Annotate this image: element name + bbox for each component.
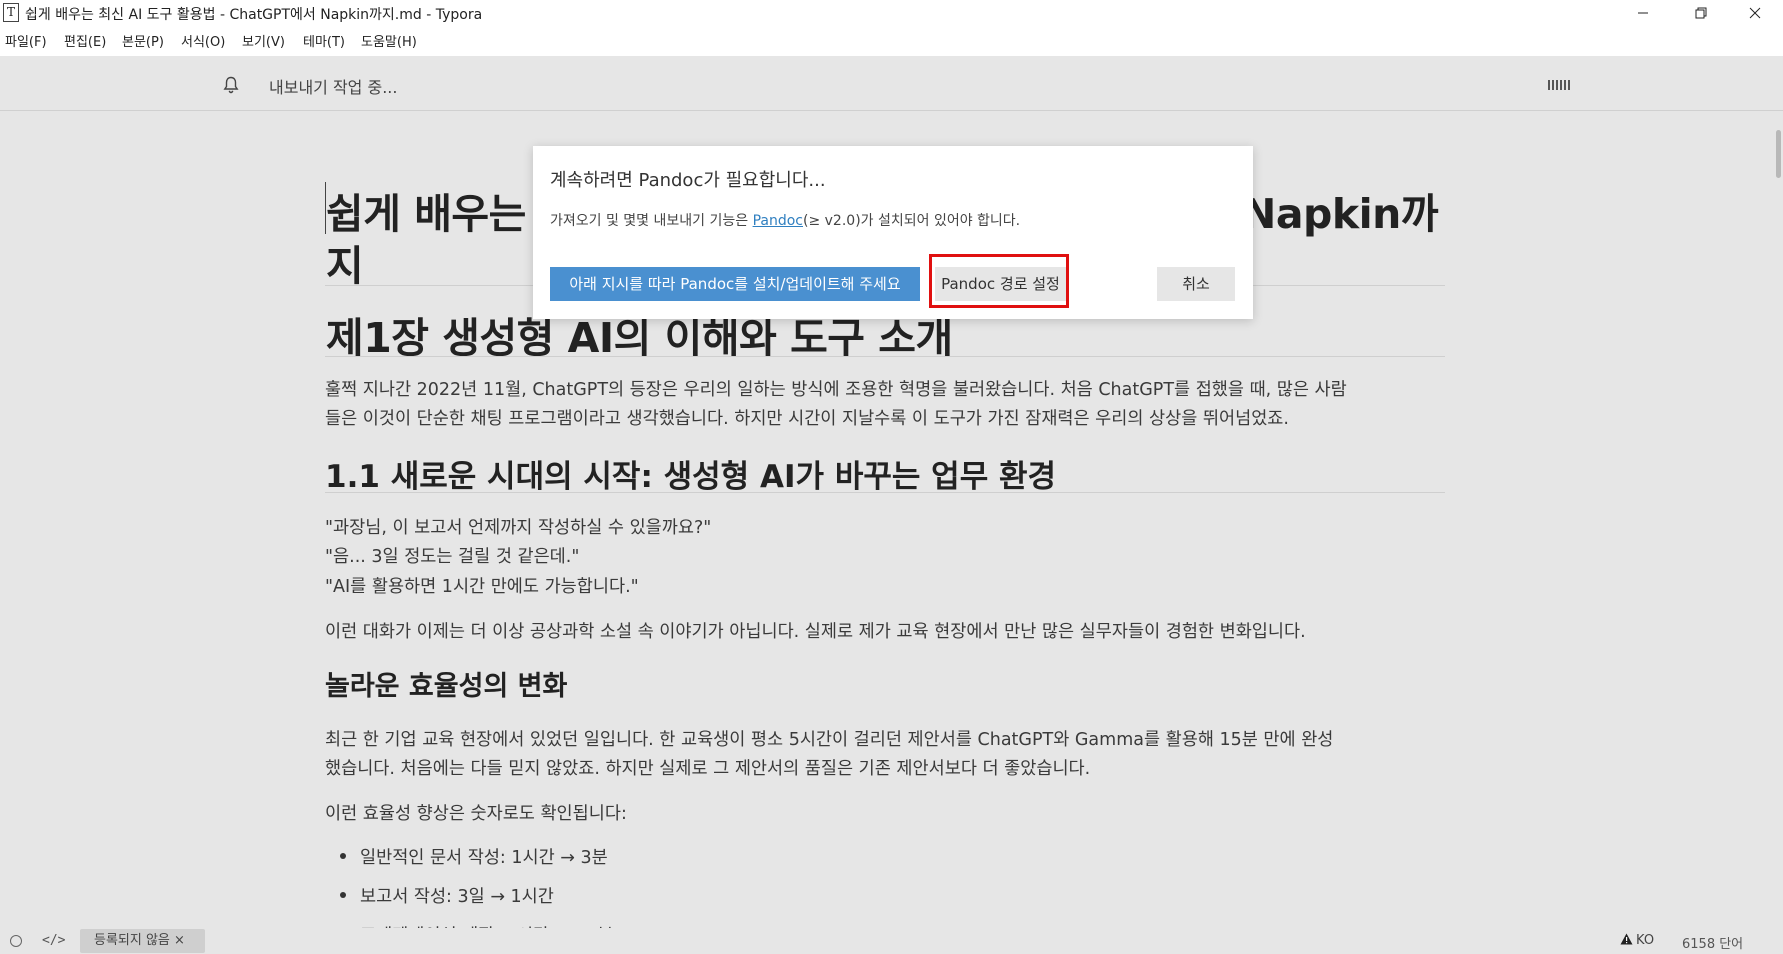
- dialog-message-after: (≥ v2.0)가 설치되어 있어야 합니다.: [803, 213, 1021, 229]
- document-title-right: Napkin까: [1242, 190, 1439, 238]
- quote-line: "과장님, 이 보고서 언제까지 작성하실 수 있을까요?": [325, 518, 712, 538]
- paragraph-line: 최근 한 기업 교육 현장에서 있었던 일입니다. 한 교육생이 평소 5시간이…: [325, 730, 1334, 750]
- notification-bar: 내보내기 작업 중...: [0, 56, 1783, 111]
- notification-text: 내보내기 작업 중...: [269, 78, 398, 97]
- heading-divider: [325, 492, 1445, 493]
- dialog-message: 가져오기 및 몇몇 내보내기 기능은 Pandoc(≥ v2.0)가 설치되어 …: [550, 210, 1020, 230]
- sidebar-toggle-icon[interactable]: [10, 935, 22, 947]
- word-count[interactable]: 6158 단어: [1682, 933, 1743, 952]
- restore-button[interactable]: [1678, 0, 1724, 26]
- close-icon: [1749, 7, 1761, 19]
- document-title-left: 쉽게 배우는: [326, 190, 526, 238]
- quote-line: "AI를 활용하면 1시간 만에도 가능합니다.": [325, 577, 639, 597]
- paragraph-line: 들은 이것이 단순한 채팅 프로그램이라고 생각했습니다. 하지만 시간이 지날…: [325, 409, 1289, 429]
- document-title-line2: 지: [326, 242, 364, 290]
- subsection-heading: 놀라운 효율성의 변화: [325, 671, 568, 702]
- dialog-title: 계속하려면 Pandoc가 필요합니다...: [550, 170, 826, 191]
- cancel-button[interactable]: 취소: [1157, 267, 1235, 301]
- bullet-dot: [340, 892, 346, 898]
- language-label: KO: [1636, 933, 1655, 948]
- menu-view[interactable]: 보기(V): [242, 31, 285, 50]
- list-item: 일반적인 문서 작성: 1시간 → 3분: [360, 848, 608, 868]
- scrollbar-thumb[interactable]: [1776, 130, 1781, 178]
- paragraph-line: 이런 효율성 향상은 숫자로도 확인됩니다:: [325, 804, 627, 824]
- menu-paragraph[interactable]: 본문(P): [122, 31, 164, 50]
- source-code-toggle[interactable]: </>: [42, 933, 65, 948]
- heading-divider: [325, 356, 1445, 357]
- bullet-dot: [340, 853, 346, 859]
- menu-format[interactable]: 서식(O): [181, 31, 225, 50]
- pandoc-required-dialog: 계속하려면 Pandoc가 필요합니다... 가져오기 및 몇몇 내보내기 기능…: [533, 146, 1253, 319]
- language-indicator[interactable]: KO: [1620, 933, 1654, 948]
- quote-line: "음... 3일 정도는 걸릴 것 같은데.": [325, 547, 580, 567]
- paragraph-line: 훌쩍 지나간 2022년 11월, ChatGPT의 등장은 우리의 일하는 방…: [325, 380, 1347, 400]
- section-heading: 1.1 새로운 시대의 시작: 생성형 AI가 바꾸는 업무 환경: [325, 459, 1057, 495]
- install-pandoc-button[interactable]: 아래 지시를 따라 Pandoc를 설치/업데이트해 주세요: [550, 267, 920, 301]
- restore-icon: [1695, 7, 1707, 19]
- minimize-button[interactable]: [1620, 0, 1666, 26]
- pandoc-link[interactable]: Pandoc: [753, 213, 803, 229]
- warning-icon: [1620, 933, 1633, 945]
- dialog-message-before: 가져오기 및 몇몇 내보내기 기능은: [550, 213, 753, 229]
- paragraph-line: 이런 대화가 이제는 더 이상 공상과학 소설 속 이야기가 아닙니다. 실제로…: [325, 622, 1306, 642]
- bell-icon[interactable]: [223, 76, 239, 94]
- paragraph-line: 했습니다. 처음에는 다들 믿지 않았죠. 하지만 실제로 그 제안서의 품질은…: [325, 759, 1091, 779]
- list-item: 보고서 작성: 3일 → 1시간: [360, 887, 554, 907]
- minimize-icon: [1638, 12, 1648, 14]
- unregistered-badge[interactable]: 등록되지 않음 ×: [80, 929, 205, 953]
- status-bar: </> 등록되지 않음 × KO 6158 단어: [0, 928, 1783, 954]
- menu-bar: 파일(F) 편집(E) 본문(P) 서식(O) 보기(V) 테마(T) 도움말(…: [0, 26, 1783, 56]
- window-title: 쉽게 배우는 최신 AI 도구 활용법 - ChatGPT에서 Napkin까지…: [25, 7, 483, 23]
- typora-app-icon: T: [3, 3, 19, 22]
- title-bar: T 쉽게 배우는 최신 AI 도구 활용법 - ChatGPT에서 Napkin…: [0, 0, 1783, 26]
- outline-toggle-icon[interactable]: [1548, 80, 1570, 90]
- menu-edit[interactable]: 편집(E): [64, 31, 106, 50]
- menu-help[interactable]: 도움말(H): [361, 31, 417, 50]
- menu-file[interactable]: 파일(F): [5, 31, 47, 50]
- menu-theme[interactable]: 테마(T): [303, 31, 345, 50]
- highlight-annotation: [929, 254, 1069, 308]
- close-window-button[interactable]: [1732, 0, 1778, 26]
